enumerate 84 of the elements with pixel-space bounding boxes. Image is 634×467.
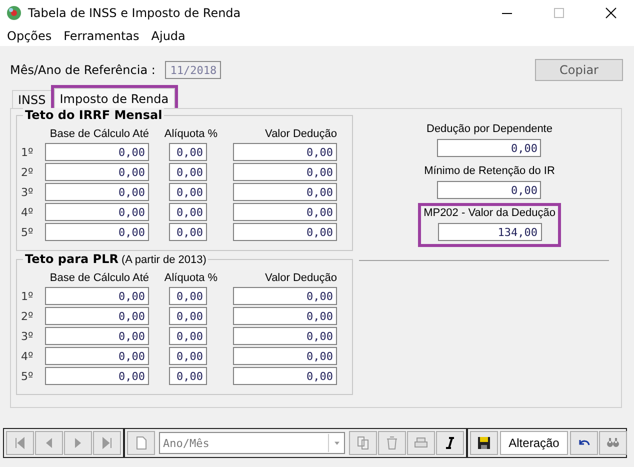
column-header: Base de Cálculo Até (50, 272, 149, 284)
delete-button[interactable] (378, 431, 406, 455)
value-field[interactable]: 0,00 (169, 223, 207, 241)
menu-item[interactable]: Ajuda (151, 29, 186, 43)
row-ordinal: 5º (21, 226, 34, 238)
reference-label: Mês/Ano de Referência : (10, 63, 156, 77)
row-ordinal: 4º (21, 350, 34, 362)
maximize-icon (551, 5, 567, 21)
menu-item[interactable]: Opções (7, 29, 52, 43)
value-field[interactable]: 0,00 (233, 163, 337, 181)
last-button[interactable] (93, 431, 121, 455)
value-field[interactable]: 0,00 (45, 307, 149, 325)
tab[interactable]: INSS (12, 90, 52, 108)
value-field[interactable]: 134,00 (438, 223, 542, 241)
field-label: MP202 - Valor da Dedução (424, 207, 556, 219)
value-field[interactable]: 0,00 (169, 183, 207, 201)
copy-record-button[interactable] (349, 431, 377, 455)
copy-button[interactable]: Copiar (535, 59, 623, 81)
trash-icon (384, 435, 400, 451)
previous-button[interactable] (35, 431, 63, 455)
value-field[interactable]: 0,00 (45, 183, 149, 201)
value-field[interactable]: 0,00 (233, 327, 337, 345)
value-field[interactable]: 0,00 (233, 307, 337, 325)
value-field[interactable]: 0,00 (233, 183, 337, 201)
window-title: Tabela de INSS e Imposto de Renda (28, 6, 242, 20)
column-header: Alíquota % (164, 272, 218, 284)
row-ordinal: 3º (21, 330, 34, 342)
new-button[interactable] (127, 431, 155, 455)
pages-icon (355, 435, 371, 451)
minimize-icon (502, 12, 512, 14)
value-field[interactable]: 0,00 (45, 347, 149, 365)
tab[interactable]: Imposto de Renda (54, 88, 175, 108)
group-title: Teto do IRRF Mensal (25, 108, 162, 122)
row-ordinal: 2º (21, 310, 34, 322)
next-button[interactable] (64, 431, 92, 455)
value-field[interactable]: 0,00 (169, 163, 207, 181)
value-field[interactable]: 0,00 (169, 143, 207, 161)
value-field[interactable]: 0,00 (45, 163, 149, 181)
value-field[interactable]: 0,00 (233, 347, 337, 365)
row-ordinal: 3º (21, 186, 34, 198)
first-button[interactable] (6, 431, 34, 455)
value-field[interactable]: 0,00 (437, 181, 542, 199)
undo-button[interactable] (570, 431, 598, 455)
column-header: Valor Dedução (265, 272, 337, 284)
period-input[interactable]: Ano/Mês (160, 436, 328, 450)
field-label: Dedução por Dependente (426, 123, 552, 135)
value-field[interactable]: 0,00 (437, 139, 542, 157)
value-field[interactable]: 0,00 (169, 347, 207, 365)
row-ordinal: 1º (21, 146, 34, 158)
value-field[interactable]: 0,00 (169, 327, 207, 345)
column-header: Valor Dedução (265, 128, 337, 140)
value-field[interactable]: 0,00 (233, 143, 337, 161)
close-icon (603, 5, 619, 21)
value-field[interactable]: 0,00 (169, 367, 207, 385)
value-field[interactable]: 0,00 (45, 143, 149, 161)
reference-field[interactable]: 11/2018 (165, 61, 222, 79)
value-field[interactable]: 0,00 (233, 203, 337, 221)
value-field[interactable]: 0,00 (169, 203, 207, 221)
group-subtitle: (A partir de 2013) (121, 254, 206, 266)
period-combo[interactable]: Ano/Mês (159, 432, 345, 454)
menu-item[interactable]: Ferramentas (64, 29, 140, 43)
row-ordinal: 2º (21, 166, 34, 178)
column-header: Base de Cálculo Até (50, 128, 149, 140)
app-icon (6, 5, 22, 21)
group-title: Teto para PLR (25, 252, 118, 266)
italic-button[interactable] (436, 431, 464, 455)
row-ordinal: 1º (21, 290, 34, 302)
value-field[interactable]: 0,00 (233, 287, 337, 305)
value-field[interactable]: 0,00 (45, 367, 149, 385)
value-field[interactable]: 0,00 (45, 327, 149, 345)
value-field[interactable]: 0,00 (233, 367, 337, 385)
value-field[interactable]: 0,00 (169, 307, 207, 325)
save-button[interactable] (470, 431, 498, 455)
column-header: Alíquota % (164, 128, 218, 140)
floppy-icon (476, 435, 492, 451)
value-field[interactable]: 0,00 (45, 287, 149, 305)
row-ordinal: 4º (21, 206, 34, 218)
value-field[interactable]: 0,00 (233, 223, 337, 241)
mode-indicator: Alteração (500, 431, 568, 455)
value-field[interactable]: 0,00 (45, 223, 149, 241)
value-field[interactable]: 0,00 (45, 203, 149, 221)
row-ordinal: 5º (21, 370, 34, 382)
value-field[interactable]: 0,00 (169, 287, 207, 305)
field-label: Mínimo de Retenção do IR (424, 165, 555, 177)
